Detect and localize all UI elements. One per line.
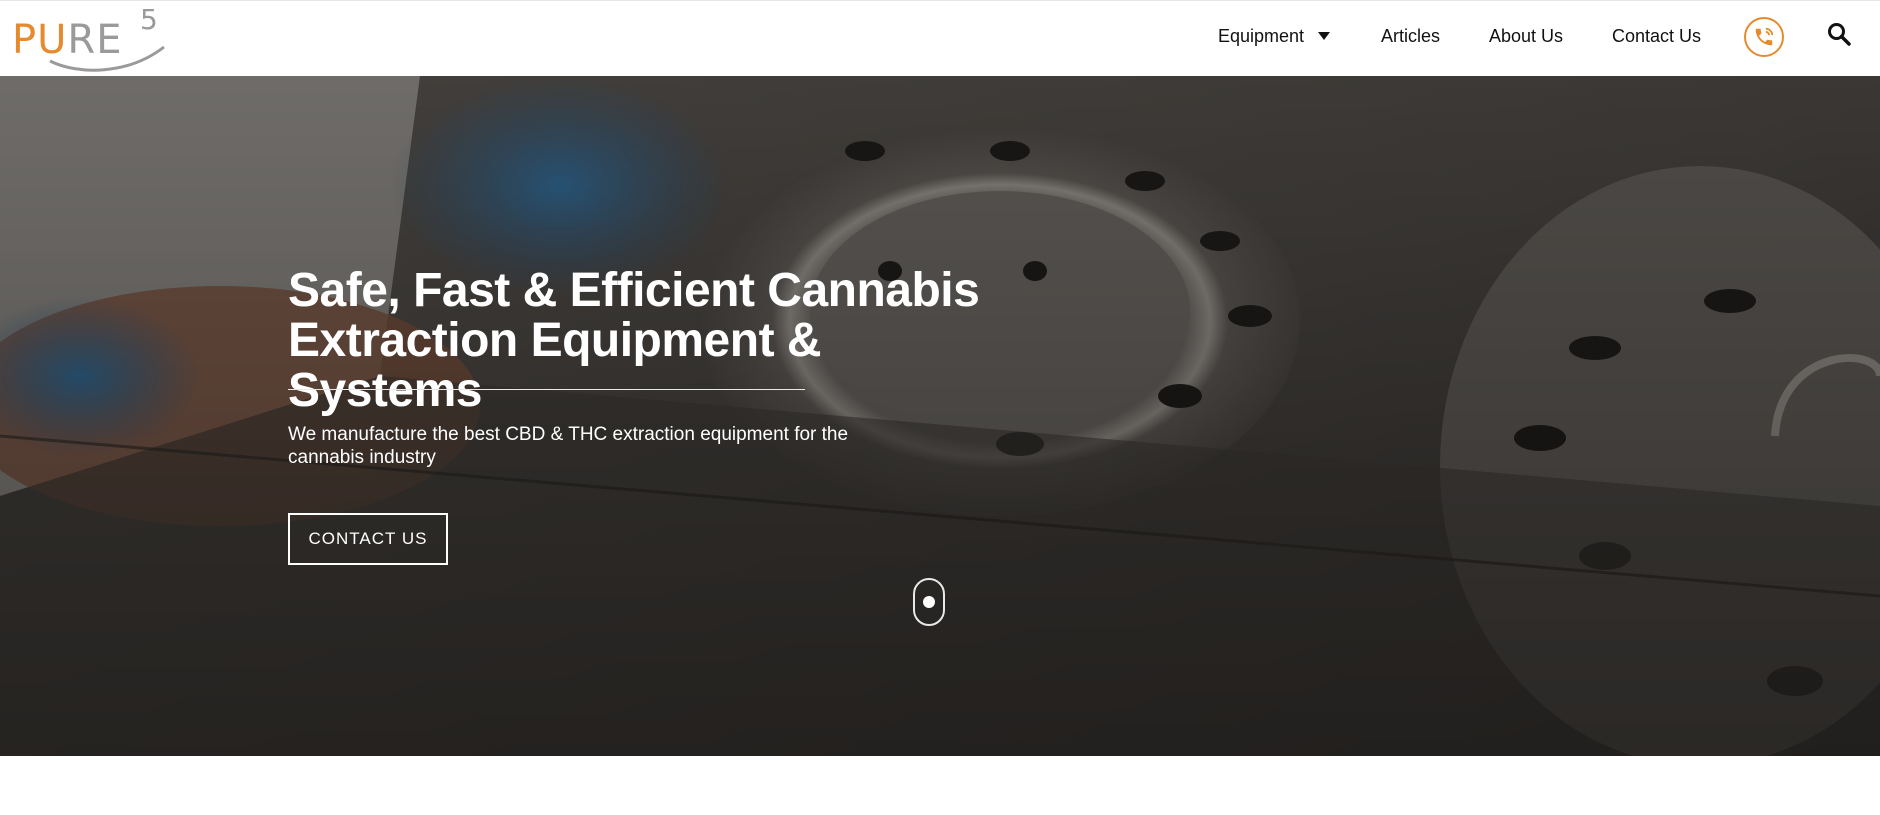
hero-title-line1: Safe, Fast & Efficient Cannabis (288, 264, 980, 317)
hero-subtitle: We manufacture the best CBD & THC extrac… (288, 424, 849, 468)
nav-item-equipment-label: Equipment (1218, 26, 1305, 46)
site-header: PURE 5 Equipment Articles About Us Conta… (0, 0, 1880, 76)
nav-item-contact-us[interactable]: Contact Us (1612, 26, 1701, 47)
phone-button[interactable] (1744, 17, 1784, 57)
phone-icon (1755, 27, 1774, 46)
nav-item-about-us[interactable]: About Us (1489, 26, 1563, 47)
scroll-down-button[interactable] (913, 578, 945, 626)
logo-swoosh-icon (49, 45, 165, 72)
nav-item-articles[interactable]: Articles (1381, 26, 1440, 47)
search-icon (1828, 23, 1851, 46)
logo-superscript: 5 (140, 3, 158, 36)
hero-section: Safe, Fast & Efficient Cannabis Extracti… (0, 76, 1880, 756)
hero-title: Safe, Fast & Efficient Cannabis Extracti… (288, 266, 988, 416)
search-button[interactable] (1826, 21, 1854, 49)
brand-logo[interactable]: PURE 5 (12, 3, 165, 72)
contact-us-button[interactable]: CONTACT US (288, 513, 448, 565)
hero-overlay (0, 76, 1880, 756)
scroll-down-icon (923, 596, 935, 608)
nav-item-equipment[interactable]: Equipment (1218, 26, 1331, 47)
hero-title-line2: Extraction Equipment & Systems (288, 314, 822, 417)
chevron-down-icon[interactable] (1318, 32, 1331, 41)
hero-divider (288, 389, 805, 390)
